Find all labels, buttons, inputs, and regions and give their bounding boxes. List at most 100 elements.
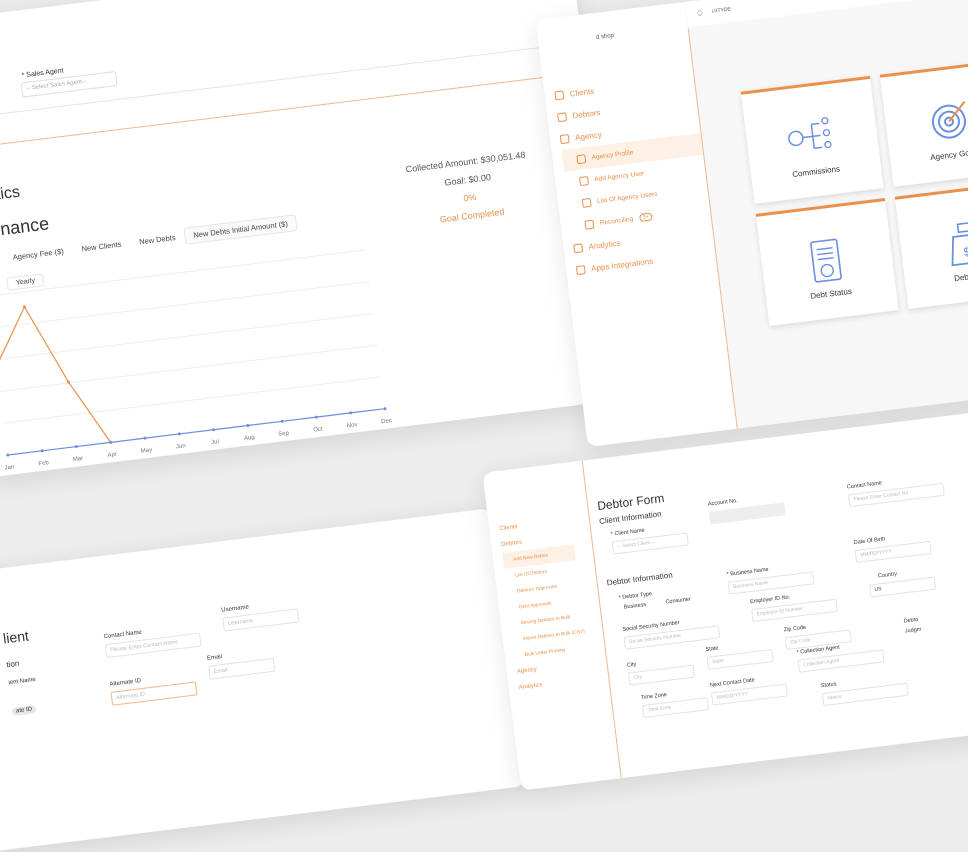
debtor-form-card: Clients Debtors Add New Debtor List Of D…: [482, 409, 968, 791]
timezone-select[interactable]: Time Zone: [641, 697, 710, 719]
agency-icon: [559, 133, 570, 144]
tab-agency-fee[interactable]: Agency Fee ($): [3, 242, 74, 267]
dob-label: Date Of Birth: [853, 536, 886, 547]
x-tick-label: Apr: [107, 452, 117, 459]
business-radio[interactable]: Business: [624, 602, 647, 611]
sidebar-item-label: Debtors: [571, 107, 601, 120]
city-input[interactable]: City: [627, 664, 695, 686]
user-plus-icon: [578, 175, 589, 186]
tile-debt-status[interactable]: Debt Status: [755, 198, 899, 327]
consumer-radio[interactable]: Consumer: [665, 596, 691, 605]
data-point: [280, 419, 284, 423]
sidebar-item-label: Debt Approvals: [518, 600, 552, 610]
alternate-id-tag[interactable]: ate ID: [11, 705, 37, 716]
judgment-fragment: Judgm: [904, 626, 922, 635]
data-point: [143, 436, 147, 440]
business-name-label: * Business Name: [726, 566, 769, 578]
tile-commissions[interactable]: Commissions: [740, 75, 884, 204]
sidebar-item-label: Debtors' Approvals: [516, 584, 558, 595]
x-tick-label: Sep: [278, 431, 290, 438]
x-tick-label: Nov: [347, 422, 358, 429]
sidebar-item-label: Apps Integrations: [590, 256, 654, 273]
agency-dashboard-card: d shop Clients Debtors Agency Agency Pro…: [535, 0, 968, 448]
grid-icon: [584, 219, 595, 230]
stats-panel: Collected Amount: $30,051.48 Goal: $0.00…: [386, 147, 554, 238]
legend-swatch: [199, 455, 208, 459]
x-tick-label: Aug: [244, 435, 255, 442]
sidebar-item-label: Clients: [569, 86, 595, 99]
sidebar-item-label: Add New Debtor: [512, 552, 549, 563]
client-name-label: * Client Name: [610, 527, 645, 538]
sidebar-item-label: Analytics: [518, 682, 544, 692]
data-point: [383, 407, 387, 411]
bell-icon[interactable]: ♢: [695, 8, 704, 20]
data-point: [6, 453, 10, 457]
country-label: Country: [877, 571, 898, 580]
invoice-icon: [810, 238, 842, 283]
data-point: [314, 415, 318, 419]
data-point: [74, 445, 78, 449]
username[interactable]: i.STYDE: [711, 6, 731, 14]
tile-agency-goals[interactable]: Agency Goals: [879, 58, 968, 187]
data-point: [349, 411, 353, 415]
state-label: State: [705, 645, 719, 653]
data-point: [40, 449, 44, 453]
section-title: nance: [0, 213, 51, 240]
debtors-icon: [556, 111, 568, 122]
x-tick-label: Oct: [313, 426, 323, 433]
section-title: tion: [5, 658, 20, 670]
country-select[interactable]: US: [868, 576, 937, 598]
timezone-label: Time Zone: [640, 692, 668, 702]
tile-label: Agency Goals: [929, 147, 968, 163]
page-title: tics: [0, 183, 21, 204]
data-point: [177, 432, 181, 436]
sidebar-item-label: Agency: [574, 129, 603, 142]
apps-icon: [575, 264, 586, 275]
status-label: Status: [820, 681, 837, 690]
sidebar-item-label: Agency: [516, 666, 538, 676]
sidebar-item-label: Analytics: [587, 238, 621, 251]
sidebar-item-label: Bulk Letter Printing: [524, 647, 566, 658]
performance-chart: Jan Feb Mar Apr May Jun Jul Aug Sep Oct Nov Dec Amou…: [0, 249, 392, 471]
tile-label: Debt Status: [809, 286, 853, 301]
tile-debt-type[interactable]: $ Debt Typ: [894, 180, 968, 309]
sidebar-item-label: Moving Debtors In Bulk: [520, 614, 571, 626]
legend-swatch: [149, 462, 158, 465]
x-tick-label: Mar: [72, 456, 83, 463]
email-label: Email: [206, 654, 223, 662]
target-icon: [931, 100, 966, 139]
sidebar-item-label: List Of Agency Users: [596, 190, 658, 205]
email-input[interactable]: Email: [208, 657, 276, 680]
alternate-id-label: Alternate ID: [109, 678, 142, 688]
tile-label: Commissions: [791, 164, 841, 180]
debtor-type-label: * Debtor Type: [618, 591, 653, 602]
series-line-amount: [0, 305, 112, 443]
sidebar-item-label: Clients: [499, 524, 519, 533]
commissions-icon: [788, 117, 832, 149]
sidebar-item-label: Add Agency User: [593, 169, 645, 183]
sidebar-item-label: Reconciling: [599, 215, 634, 227]
x-tick-label: Dec: [381, 418, 392, 425]
tab-new-debts-initial[interactable]: New Debts Initial Amount ($): [183, 214, 298, 245]
tab-new-debts[interactable]: New Debts: [129, 228, 185, 252]
contact-name-label: Contact Name: [846, 480, 883, 491]
svg-text:$: $: [962, 244, 968, 259]
money-bag-icon: $: [951, 221, 968, 267]
client-form-card: lient tion Contact Name Please Enter Con…: [0, 508, 526, 852]
sidebar-nav: Clients Debtors Add New Debtor List Of D…: [498, 512, 591, 695]
client-info-heading: Client Information: [598, 509, 663, 526]
logo: d shop: [595, 32, 615, 41]
count-badge: 3+: [638, 212, 654, 223]
sidebar-item-label: Debtors: [501, 539, 523, 549]
x-tick-label: Jun: [176, 443, 186, 450]
city-label: City: [626, 661, 637, 669]
data-point: [212, 428, 216, 432]
sidebar-item-label: List Of Debtors: [514, 569, 548, 579]
debtor-info-heading: Debtor Information: [606, 570, 674, 588]
tab-new-clients[interactable]: New Clients: [72, 235, 132, 259]
state-input[interactable]: State: [706, 648, 774, 670]
client-name-label: ient Name: [8, 676, 37, 687]
sidebar-nav: Clients Debtors Agency Agency Profile Ad…: [554, 67, 717, 281]
debtor-fragment: Debto: [903, 616, 919, 625]
legend-label: Goal: [210, 453, 223, 461]
